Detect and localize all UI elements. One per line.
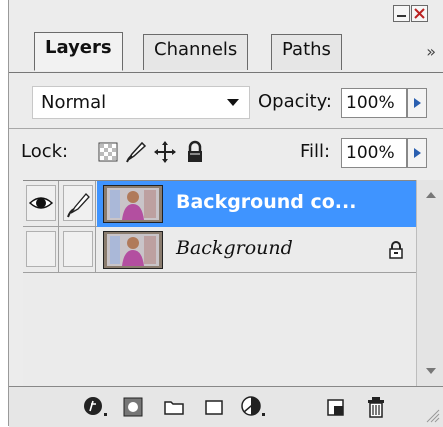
lock-position-icon[interactable] [153,140,177,164]
visibility-toggle[interactable] [23,227,59,273]
layer-mask-icon[interactable] [121,395,147,419]
minimize-button[interactable] [393,5,410,22]
scrollbar[interactable] [416,180,443,386]
lock-transparent-icon[interactable] [96,140,120,164]
blend-mode-value: Normal [41,92,107,113]
adjustment-layer-icon[interactable] [240,395,266,419]
edit-indicator[interactable] [60,181,96,227]
layer-name: Background co... [176,191,357,213]
layer-thumbnail [103,185,163,223]
brush-icon [67,193,90,218]
tab-channels[interactable]: Channels [143,34,249,70]
lock-all-icon[interactable] [183,140,207,164]
divider [9,128,443,129]
double-chevron-right-icon[interactable]: » [426,42,436,61]
title-bar [9,0,443,28]
layer-row[interactable]: Background co... [23,181,416,227]
lock-image-icon[interactable] [124,140,148,164]
tab-paths[interactable]: Paths [271,34,342,70]
blend-mode-select[interactable]: Normal [32,86,250,119]
lock-icon [389,241,403,259]
fill-input[interactable]: 100% [341,138,407,168]
opacity-label: Opacity: [258,91,332,112]
chevron-down-icon [227,99,239,106]
visibility-toggle[interactable] [23,181,59,227]
tab-layers[interactable]: Layers [34,32,123,71]
layer-style-icon[interactable] [82,395,108,419]
eye-icon [28,197,54,209]
edit-indicator[interactable] [60,227,96,273]
layer-name-area[interactable]: Background [97,227,416,273]
new-layer-icon[interactable] [324,395,350,419]
lock-label: Lock: [21,141,69,162]
layers-list: Background co... Background [23,180,416,387]
scroll-up-icon[interactable] [426,192,436,198]
layer-thumbnail [103,231,163,269]
new-layer-fill-icon[interactable] [202,395,228,419]
layer-row[interactable]: Background [23,227,416,273]
opacity-input[interactable]: 100% [341,88,407,118]
opacity-stepper[interactable] [407,88,427,118]
fill-stepper[interactable] [407,138,427,168]
close-button[interactable] [411,5,428,22]
fill-label: Fill: [300,141,331,162]
close-icon [414,8,425,19]
scroll-down-icon[interactable] [426,368,436,374]
layer-name: Background [176,237,293,259]
tab-bar: Layers Channels Paths » [9,30,443,73]
new-group-icon[interactable] [162,395,188,419]
resize-grip-icon[interactable] [426,409,440,423]
trash-icon[interactable] [364,395,390,419]
layers-panel: Layers Channels Paths » Normal Opacity: … [8,0,443,427]
bottom-toolbar [9,386,443,427]
minimize-icon [397,15,406,17]
layer-name-area[interactable]: Background co... [97,181,416,227]
